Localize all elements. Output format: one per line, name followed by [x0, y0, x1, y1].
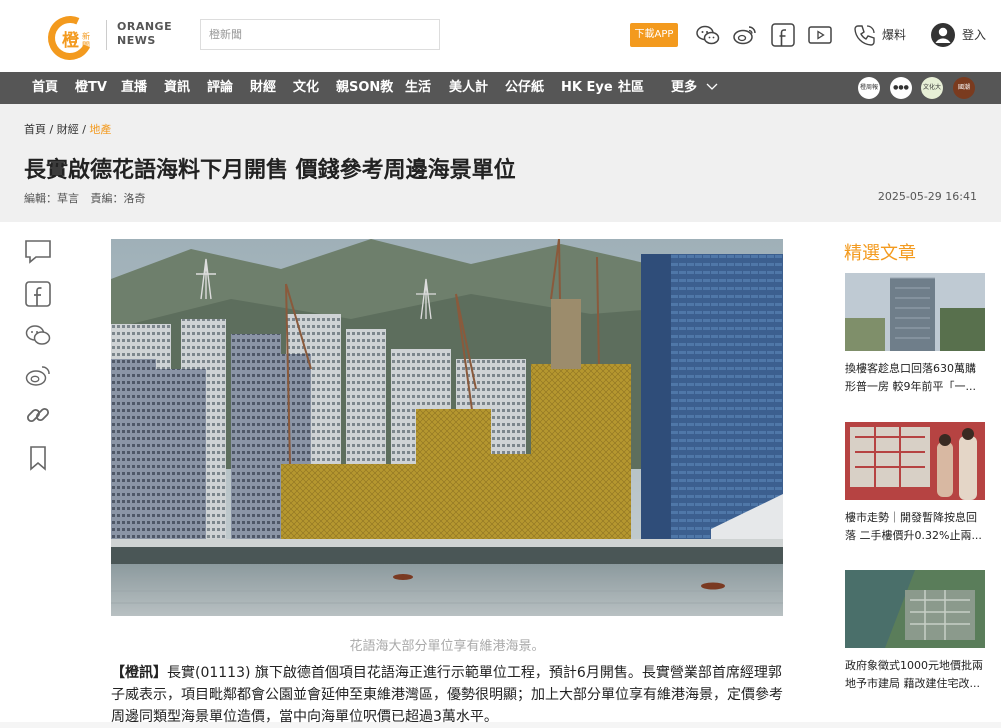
nav-item-opinion[interactable]: 評論 — [207, 72, 233, 104]
nav-item-beauty[interactable]: 美人計 — [449, 72, 488, 104]
facebook-icon[interactable] — [770, 22, 796, 48]
weibo-share-icon[interactable] — [24, 362, 52, 390]
hero-construction-photo — [111, 239, 783, 616]
featured-article-3[interactable]: 政府象徵式1000元地價批兩地予市建局 藉改建住宅改... — [845, 570, 985, 693]
orange-news-logo[interactable]: 橙 新聞 — [41, 9, 102, 67]
nav-item-finance[interactable]: 財經 — [250, 72, 276, 104]
logo-char: 橙 — [62, 31, 79, 51]
article-header: 首頁 / 財經 / 地產 長實啟德花語海料下月開售 價錢參考周邊海景單位 編輯：… — [0, 104, 1001, 222]
featured-thumb-3 — [845, 570, 985, 648]
nav-item-parenting[interactable]: 親SON教 — [336, 72, 393, 104]
featured-thumb-1 — [845, 273, 985, 351]
nav-item-home[interactable]: 首頁 — [32, 72, 58, 104]
featured-articles-heading: 精選文章 — [844, 243, 916, 264]
badge-culture-gba[interactable]: 文化大灣區 — [921, 77, 943, 99]
nav-item-figure[interactable]: 公仔紙 — [505, 72, 544, 104]
weibo-icon[interactable] — [732, 22, 758, 48]
nav-item-hk-eye[interactable]: HK Eye — [561, 72, 613, 104]
nav-more-menu[interactable]: 更多 — [671, 72, 718, 104]
wechat-icon[interactable] — [695, 22, 721, 48]
lead-text: 長實(01113) 旗下啟德首個項目花語海正進行示範單位工程，預計6月開售。長實… — [111, 665, 783, 725]
chevron-down-icon — [706, 83, 718, 90]
lead-tag: 【橙訊】 — [111, 665, 167, 681]
featured-article-2-title[interactable]: 樓市走勢｜開發暫降按息回落 二手樓價升0.32%止兩... — [845, 509, 985, 545]
editor: 編輯：草言 — [24, 192, 79, 205]
badge-weekly[interactable]: 橙周報 — [858, 77, 880, 99]
nav-item-orange-tv[interactable]: 橙TV — [75, 72, 107, 104]
user-avatar-icon[interactable] — [930, 22, 956, 48]
publish-date: 2025-05-29 16:41 — [877, 190, 977, 203]
breadcrumb-home[interactable]: 首頁 — [24, 123, 46, 136]
download-app-button[interactable]: 下載APP — [630, 23, 678, 47]
article-body: 花語海大部分單位享有維港海景。 【橙訊】長實(01113) 旗下啟德首個項目花語… — [0, 222, 1001, 725]
article-lead-paragraph: 【橙訊】長實(01113) 旗下啟德首個項目花語海正進行示範單位工程，預計6月開… — [111, 662, 783, 728]
login-link[interactable]: 登入 — [962, 26, 986, 43]
nav-item-culture[interactable]: 文化 — [293, 72, 319, 104]
comment-icon[interactable] — [24, 238, 52, 266]
photo-caption: 花語海大部分單位享有維港海景。 — [349, 639, 545, 654]
breadcrumb-property[interactable]: 地產 — [89, 123, 111, 136]
top-header: 橙 新聞 ORANGE NEWS 橙新聞 下載APP 爆料 登入 — [0, 0, 1001, 72]
breadcrumb-finance[interactable]: 財經 — [57, 123, 79, 136]
breadcrumb: 首頁 / 財經 / 地產 — [24, 123, 112, 136]
nav-more-label: 更多 — [671, 80, 698, 95]
logo-en-line2: NEWS — [117, 34, 156, 47]
nav-item-live[interactable]: 直播 — [121, 72, 147, 104]
facebook-share-icon[interactable] — [24, 280, 52, 308]
logo-en-line1: ORANGE — [117, 20, 173, 33]
main-nav: 首頁 橙TV 直播 資訊 評論 財經 文化 親SON教 生活 美人計 公仔紙 H… — [0, 72, 1001, 104]
article-title: 長實啟德花語海料下月開售 價錢參考周邊海景單位 — [24, 158, 516, 183]
logo-small-text: 新聞 — [82, 32, 90, 50]
youtube-icon[interactable] — [807, 22, 833, 48]
nav-item-news[interactable]: 資訊 — [164, 72, 190, 104]
wechat-share-icon[interactable] — [24, 321, 52, 349]
search-input[interactable]: 橙新聞 — [200, 19, 440, 50]
badge-dots[interactable]: ●●● — [890, 77, 912, 99]
featured-article-3-title[interactable]: 政府象徵式1000元地價批兩地予市建局 藉改建住宅改... — [845, 657, 985, 693]
byline: 編輯：草言 責編：洛奇 — [24, 190, 146, 206]
logo-divider — [106, 20, 107, 50]
badge-guochao[interactable]: 國潮 — [953, 77, 975, 99]
nav-item-lifestyle[interactable]: 生活 — [405, 72, 431, 104]
report-link[interactable]: 爆料 — [882, 26, 906, 43]
chief-editor: 責編：洛奇 — [90, 192, 146, 205]
report-phone-icon[interactable] — [852, 22, 878, 48]
featured-thumb-2 — [845, 422, 985, 500]
bookmark-icon[interactable] — [24, 444, 52, 472]
logo-english: ORANGE NEWS — [117, 20, 172, 48]
featured-article-2[interactable]: 樓市走勢｜開發暫降按息回落 二手樓價升0.32%止兩... — [845, 422, 985, 545]
featured-article-1-title[interactable]: 換樓客趁息口回落630萬購形普一房 較9年前平「一... — [845, 360, 985, 396]
nav-item-community[interactable]: 社區 — [618, 72, 644, 104]
featured-article-1[interactable]: 換樓客趁息口回落630萬購形普一房 較9年前平「一... — [845, 273, 985, 396]
link-icon[interactable] — [24, 401, 52, 429]
